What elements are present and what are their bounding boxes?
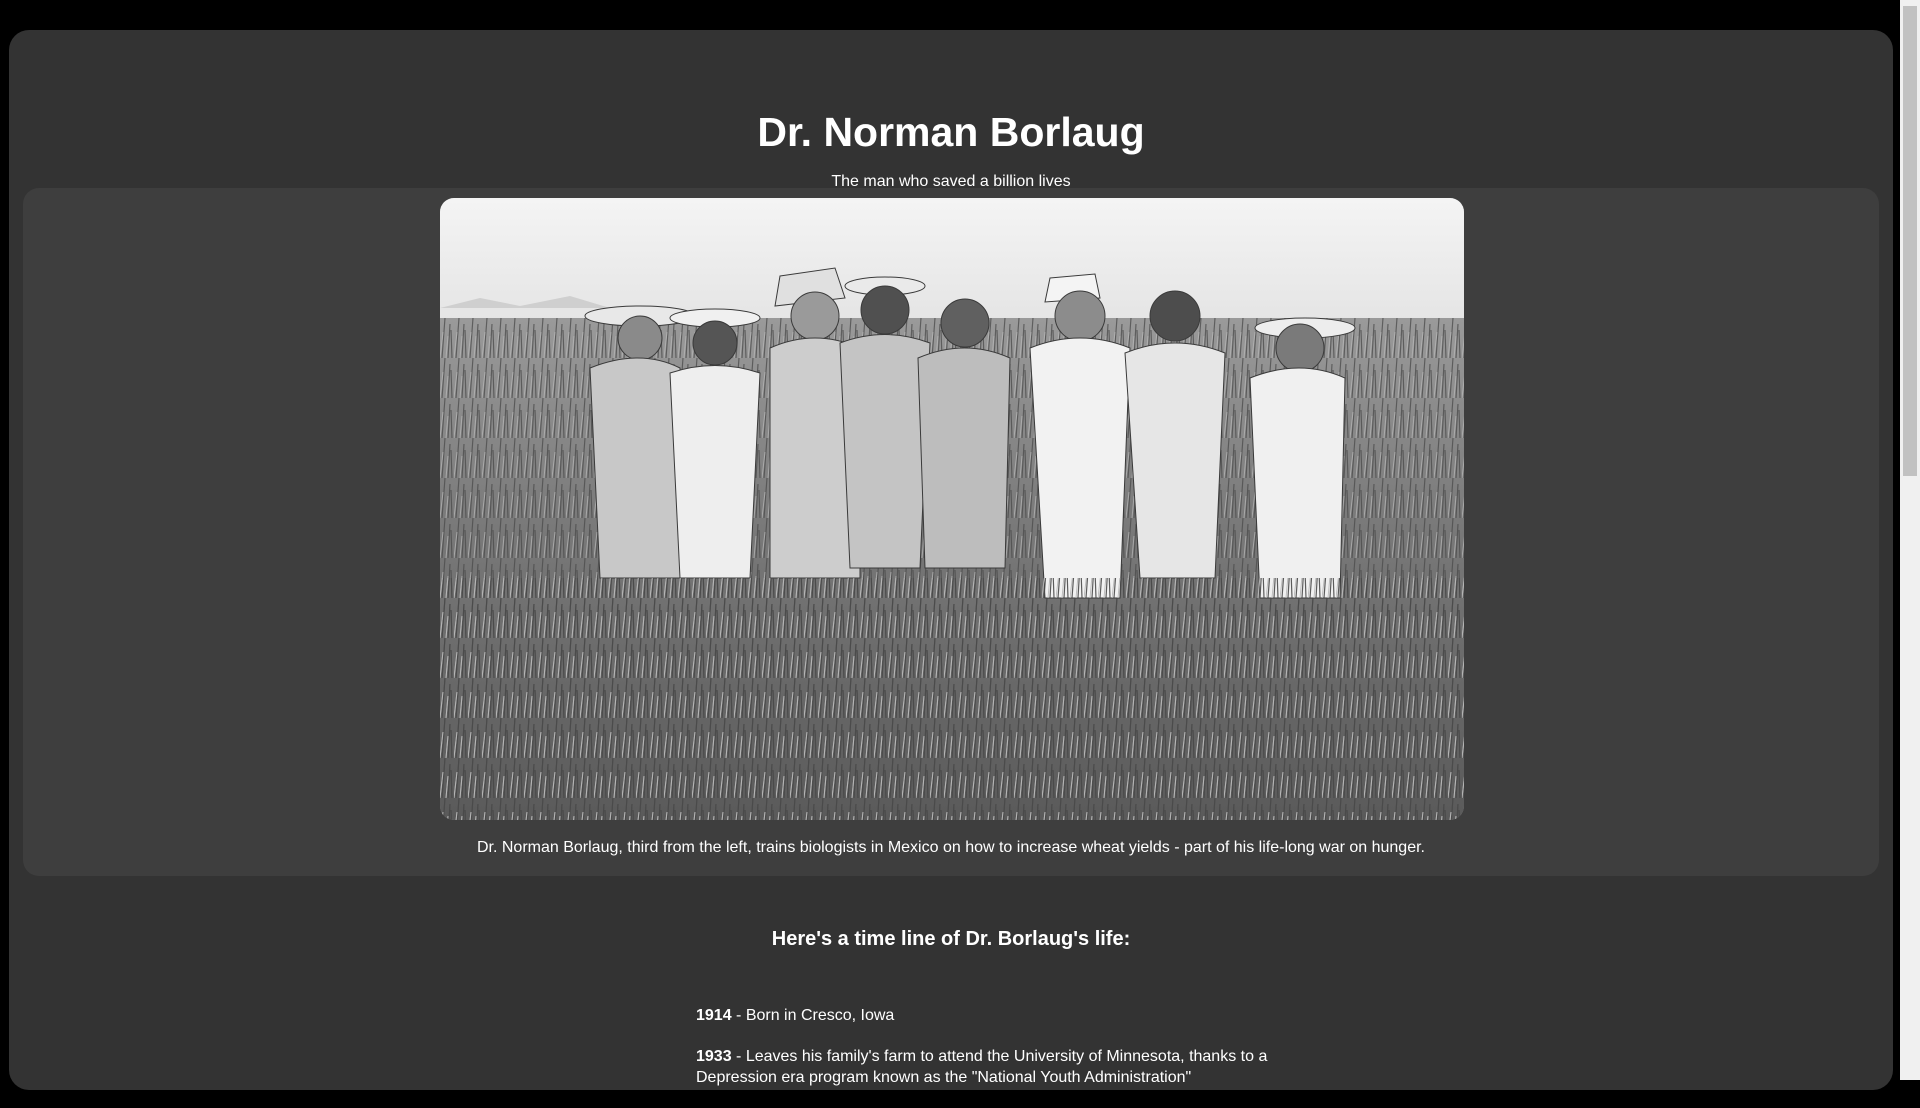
page-container: Dr. Norman Borlaug The man who saved a b… <box>9 30 1893 1090</box>
timeline-text: - Born in Cresco, Iowa <box>731 1007 895 1024</box>
timeline-year: 1914 <box>696 1007 732 1024</box>
timeline-heading: Here's a time line of Dr. Borlaug's life… <box>771 928 1131 950</box>
timeline-list: 1914 - Born in Cresco, Iowa 1933 - Leave… <box>696 1005 1286 1108</box>
photo-caption: Dr. Norman Borlaug, third from the left,… <box>476 839 1425 856</box>
scrollbar-thumb[interactable] <box>1903 6 1917 476</box>
borlaug-photo <box>440 198 1464 820</box>
vertical-scrollbar[interactable] <box>1900 0 1920 1080</box>
timeline-year: 1933 <box>696 1048 732 1065</box>
photo-figure: Dr. Norman Borlaug, third from the left,… <box>23 188 1879 876</box>
wheat-field-photo-image <box>440 198 1464 820</box>
timeline-item: 1914 - Born in Cresco, Iowa <box>696 1005 1286 1026</box>
timeline-text: - Leaves his family's farm to attend the… <box>696 1048 1268 1086</box>
timeline-item: 1933 - Leaves his family's farm to atten… <box>696 1046 1286 1088</box>
page-title: Dr. Norman Borlaug <box>757 109 1145 155</box>
